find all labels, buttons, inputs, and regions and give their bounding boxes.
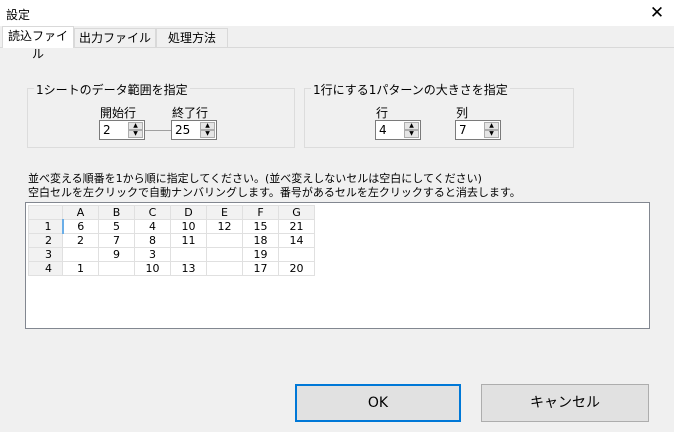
- spin-down-icon[interactable]: ▼: [484, 130, 499, 138]
- order-grid-container[interactable]: A B C D E F G 1 6 5 4 10 12 15 21 2 2 7 …: [25, 202, 650, 329]
- start-row-label: 開始行: [100, 106, 137, 120]
- window-title: 設定: [6, 8, 31, 22]
- grid-cell[interactable]: 3: [134, 247, 171, 262]
- column-header[interactable]: D: [170, 205, 207, 220]
- table-row: 3 9 3 19: [28, 247, 315, 262]
- end-row-value[interactable]: 25: [175, 123, 190, 137]
- pattern-col-spinner[interactable]: 7 ▲ ▼: [455, 120, 501, 140]
- spin-up-icon[interactable]: ▲: [484, 122, 499, 130]
- pattern-row-value[interactable]: 4: [379, 123, 387, 137]
- grid-cell[interactable]: 15: [242, 219, 279, 234]
- grid-cell[interactable]: [62, 247, 99, 262]
- pattern-size-group: 1行にする1パターンの大きさを指定: [304, 81, 574, 148]
- grid-cell[interactable]: [206, 247, 243, 262]
- spin-down-icon[interactable]: ▼: [404, 130, 419, 138]
- tab-input-file[interactable]: 読込ファイル: [2, 26, 74, 61]
- table-row: 2 2 7 8 11 18 14: [28, 233, 315, 248]
- grid-cell[interactable]: 14: [278, 233, 315, 248]
- end-row-spinner[interactable]: 25 ▲ ▼: [171, 120, 217, 140]
- grid-cell[interactable]: [206, 233, 243, 248]
- grid-cell[interactable]: 7: [98, 233, 135, 248]
- grid-cell[interactable]: [170, 247, 207, 262]
- end-row-label: 終了行: [172, 106, 209, 120]
- column-header[interactable]: F: [242, 205, 279, 220]
- table-row: 4 1 10 13 17 20: [28, 261, 315, 276]
- spin-up-icon[interactable]: ▲: [404, 122, 419, 130]
- pattern-col-value[interactable]: 7: [459, 123, 467, 137]
- grid-cell[interactable]: [206, 261, 243, 276]
- grid-cell[interactable]: 6: [62, 219, 99, 234]
- pattern-col-label: 列: [456, 106, 469, 120]
- grid-header-row: A B C D E F G: [28, 205, 315, 220]
- grid-cell[interactable]: 9: [98, 247, 135, 262]
- grid-cell[interactable]: 4: [134, 219, 171, 234]
- spin-up-icon[interactable]: ▲: [200, 122, 215, 130]
- start-row-value[interactable]: 2: [103, 123, 111, 137]
- grid-cell[interactable]: 12: [206, 219, 243, 234]
- data-range-group-label: 1シートのデータ範囲を指定: [34, 81, 190, 98]
- pattern-size-group-label: 1行にする1パターンの大きさを指定: [311, 81, 510, 98]
- start-row-spinner[interactable]: 2 ▲ ▼: [99, 120, 145, 140]
- grid-cell[interactable]: 2: [62, 233, 99, 248]
- column-header[interactable]: E: [206, 205, 243, 220]
- grid-cell[interactable]: [278, 247, 315, 262]
- row-header[interactable]: 4: [28, 261, 63, 276]
- pattern-row-spinner[interactable]: 4 ▲ ▼: [375, 120, 421, 140]
- ok-button[interactable]: OK: [295, 384, 461, 422]
- grid-cell[interactable]: 10: [134, 261, 171, 276]
- grid-cell[interactable]: 1: [62, 261, 99, 276]
- grid-cell[interactable]: 19: [242, 247, 279, 262]
- spin-down-icon[interactable]: ▼: [128, 130, 143, 138]
- pattern-row-label: 行: [376, 106, 389, 120]
- grid-cell[interactable]: 10: [170, 219, 207, 234]
- grid-cell[interactable]: 21: [278, 219, 315, 234]
- order-grid[interactable]: A B C D E F G 1 6 5 4 10 12 15 21 2 2 7 …: [28, 205, 315, 276]
- tab-output-file[interactable]: 出力ファイル: [74, 28, 156, 48]
- column-header[interactable]: G: [278, 205, 315, 220]
- title-bar: 設定 ✕: [0, 0, 674, 26]
- spin-down-icon[interactable]: ▼: [200, 130, 215, 138]
- range-connector-line: [145, 130, 171, 131]
- grid-corner-cell[interactable]: [28, 205, 63, 220]
- grid-cell[interactable]: 18: [242, 233, 279, 248]
- grid-cell[interactable]: 11: [170, 233, 207, 248]
- tab-processing-method[interactable]: 処理方法: [156, 28, 228, 48]
- grid-cell[interactable]: 8: [134, 233, 171, 248]
- column-header[interactable]: C: [134, 205, 171, 220]
- grid-cell[interactable]: 20: [278, 261, 315, 276]
- grid-cell[interactable]: 5: [98, 219, 135, 234]
- grid-cell[interactable]: 17: [242, 261, 279, 276]
- data-range-group: 1シートのデータ範囲を指定: [27, 81, 295, 148]
- column-header[interactable]: B: [98, 205, 135, 220]
- grid-cell[interactable]: 13: [170, 261, 207, 276]
- spin-up-icon[interactable]: ▲: [128, 122, 143, 130]
- tab-panel-border: [0, 47, 674, 48]
- row-header[interactable]: 1: [28, 219, 64, 234]
- cancel-button[interactable]: キャンセル: [481, 384, 649, 422]
- close-icon[interactable]: ✕: [640, 0, 674, 26]
- table-row: 1 6 5 4 10 12 15 21: [28, 219, 315, 234]
- column-header[interactable]: A: [62, 205, 99, 220]
- row-header[interactable]: 2: [28, 233, 63, 248]
- instruction-line-2: 空白セルを左クリックで自動ナンバリングします。番号があるセルを左クリックすると消…: [28, 186, 521, 199]
- row-header[interactable]: 3: [28, 247, 63, 262]
- grid-cell[interactable]: [98, 261, 135, 276]
